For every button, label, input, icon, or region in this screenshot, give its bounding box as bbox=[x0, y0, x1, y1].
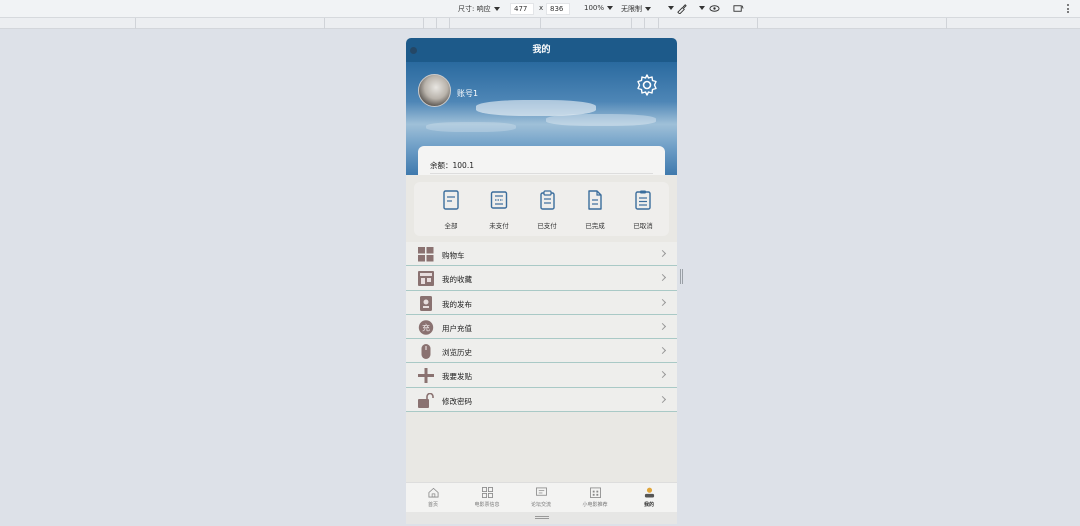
menu-item-label: 浏览历史 bbox=[442, 348, 472, 358]
recharge-icon: 充 bbox=[418, 320, 434, 335]
order-paid-icon bbox=[540, 190, 555, 210]
balance-card: 余额：100.1 bbox=[418, 146, 665, 175]
order-cancelled-button[interactable]: 已取消 bbox=[618, 190, 668, 230]
tab-mine[interactable]: 我的 bbox=[622, 487, 676, 508]
order-status-panel: 全部 未支付 已支付 已完成 已取消 bbox=[414, 182, 669, 236]
shop-icon bbox=[418, 271, 434, 287]
zoom-dropdown[interactable]: 100% bbox=[584, 4, 614, 12]
zoom-label: 100% bbox=[584, 4, 605, 12]
bottom-tab-bar: 首页 电影票信息 论坛交流 小电影推荐 我的 bbox=[406, 482, 677, 512]
grid-icon bbox=[481, 487, 493, 498]
order-completed-button[interactable]: 已完成 bbox=[570, 190, 620, 230]
tab-label: 我的 bbox=[643, 502, 654, 508]
menu-item-change-password[interactable]: 修改密码 bbox=[406, 387, 677, 413]
more-options-icon[interactable] bbox=[1067, 4, 1069, 13]
menu-item-history[interactable]: 浏览历史 bbox=[406, 339, 677, 364]
chevron-right-icon bbox=[658, 298, 667, 306]
dimensions-dropdown[interactable]: 尺寸: 响应 bbox=[458, 4, 500, 14]
avatar[interactable] bbox=[418, 74, 451, 107]
order-paid-label: 已支付 bbox=[537, 222, 557, 230]
order-all-label: 全部 bbox=[444, 222, 458, 230]
rotate-icon[interactable] bbox=[733, 3, 744, 14]
width-input[interactable]: 477 bbox=[510, 3, 534, 15]
height-input[interactable]: 836 bbox=[546, 3, 570, 15]
chevron-right-icon bbox=[658, 249, 667, 258]
chevron-down-icon bbox=[607, 6, 614, 10]
order-all-icon bbox=[443, 190, 459, 210]
sensor-dropdown[interactable] bbox=[665, 4, 674, 12]
mobile-viewport: 我的 账号1 余额：100.1 全部 未支付 已支付 已完成 已取消 购物车 我… bbox=[406, 38, 677, 524]
order-unpaid-button[interactable]: 未支付 bbox=[474, 190, 524, 230]
calendar-icon bbox=[589, 487, 601, 498]
devtools-toolbar: 尺寸: 响应 477 x 836 100% 无限制 bbox=[0, 0, 1080, 18]
menu-list: 购物车 我的收藏 我的发布 充 用户充值 浏览历史 我要发贴 修改密码 bbox=[406, 242, 677, 413]
chevron-down-icon bbox=[668, 6, 674, 10]
eye-icon[interactable] bbox=[709, 3, 720, 14]
chevron-down-icon bbox=[493, 7, 500, 11]
chevron-right-icon bbox=[658, 395, 667, 403]
order-completed-icon bbox=[588, 190, 602, 210]
page-title: 我的 bbox=[532, 45, 551, 55]
menu-item-recharge[interactable]: 充 用户充值 bbox=[406, 314, 677, 340]
post-icon bbox=[420, 295, 432, 311]
menu-item-label: 修改密码 bbox=[442, 396, 472, 406]
menu-item-cart[interactable]: 购物车 bbox=[406, 242, 677, 267]
gear-icon[interactable] bbox=[635, 73, 659, 97]
plus-icon bbox=[418, 368, 434, 384]
times-sign: x bbox=[539, 4, 544, 12]
tab-movie-tickets[interactable]: 电影票信息 bbox=[460, 487, 514, 508]
grid-icon bbox=[418, 247, 434, 262]
menu-item-label: 购物车 bbox=[442, 251, 465, 260]
nav-bar: 我的 bbox=[406, 38, 677, 62]
menu-item-label: 我要发贴 bbox=[442, 372, 472, 382]
menu-item-my-posts[interactable]: 我的发布 bbox=[406, 290, 677, 315]
chevron-down-icon bbox=[645, 7, 651, 11]
resize-handle-bottom[interactable] bbox=[406, 512, 677, 524]
tab-label: 电影票信息 bbox=[474, 502, 500, 508]
menu-item-label: 我的发布 bbox=[442, 299, 472, 309]
order-cancelled-label: 已取消 bbox=[633, 222, 653, 230]
tab-forum[interactable]: 论坛交流 bbox=[514, 487, 568, 508]
resize-handle-right[interactable] bbox=[680, 269, 683, 284]
brush-icon[interactable] bbox=[676, 3, 687, 14]
tab-label: 小电影推荐 bbox=[582, 502, 608, 508]
device-ruler bbox=[0, 18, 1080, 29]
menu-item-label: 我的收藏 bbox=[442, 275, 472, 285]
menu-item-label: 用户充值 bbox=[442, 323, 472, 333]
menu-item-new-post[interactable]: 我要发贴 bbox=[406, 363, 677, 388]
svg-text:充: 充 bbox=[422, 322, 430, 332]
throttle-label: 无限制 bbox=[621, 5, 642, 13]
tab-label: 论坛交流 bbox=[530, 502, 551, 508]
order-unpaid-icon bbox=[490, 191, 508, 209]
chevron-right-icon bbox=[658, 347, 667, 355]
vision-dropdown[interactable] bbox=[696, 4, 705, 12]
user-icon bbox=[644, 487, 654, 498]
order-unpaid-label: 未支付 bbox=[489, 222, 509, 230]
order-paid-button[interactable]: 已支付 bbox=[522, 190, 572, 230]
divider bbox=[430, 173, 653, 174]
order-cancelled-icon bbox=[635, 190, 651, 210]
chevron-right-icon bbox=[658, 274, 667, 282]
tab-label: 首页 bbox=[427, 502, 438, 508]
status-dot-icon bbox=[410, 47, 417, 54]
dimensions-label: 尺寸: 响应 bbox=[458, 5, 491, 13]
message-icon bbox=[535, 487, 547, 496]
balance-text: 余额：100.1 bbox=[430, 161, 474, 170]
order-completed-label: 已完成 bbox=[585, 222, 605, 230]
profile-header: 账号1 余额：100.1 bbox=[406, 62, 677, 175]
chevron-right-icon bbox=[658, 322, 667, 330]
throttle-dropdown[interactable]: 无限制 bbox=[621, 4, 651, 14]
unlock-icon bbox=[418, 392, 434, 408]
tab-recommend[interactable]: 小电影推荐 bbox=[568, 487, 622, 508]
menu-item-favorites[interactable]: 我的收藏 bbox=[406, 266, 677, 291]
chevron-down-icon bbox=[699, 6, 705, 10]
history-icon bbox=[421, 344, 431, 360]
tab-home[interactable]: 首页 bbox=[406, 487, 460, 508]
account-name: 账号1 bbox=[457, 89, 479, 98]
home-icon bbox=[428, 487, 438, 498]
order-all-button[interactable]: 全部 bbox=[426, 190, 476, 230]
chevron-right-icon bbox=[658, 371, 667, 379]
